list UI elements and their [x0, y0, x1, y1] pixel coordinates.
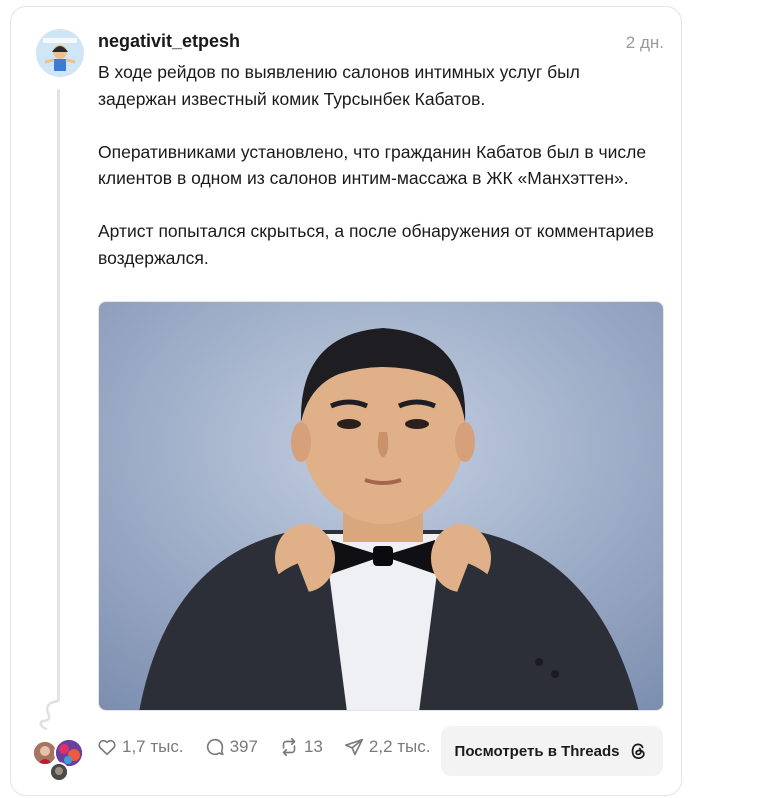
like-button[interactable]: 1,7 тыс. [96, 736, 184, 758]
comment-button[interactable]: 397 [204, 736, 258, 758]
heart-icon [98, 739, 116, 756]
post-card: negativit_etpesh 2 дн. В ходе рейдов по … [10, 6, 682, 796]
author-avatar[interactable] [36, 29, 84, 77]
post-text: В ходе рейдов по выявлению салонов интим… [98, 59, 658, 298]
comment-count: 397 [229, 737, 258, 756]
thread-line [57, 89, 60, 701]
action-bar: 1,7 тыс. 397 13 2,2 тыс. [96, 735, 450, 759]
repost-icon [282, 737, 296, 757]
threads-logo-icon [632, 743, 646, 760]
share-button[interactable]: 2,2 тыс. [343, 736, 431, 758]
repost-count: 13 [303, 737, 323, 756]
post-paragraph: В ходе рейдов по выявлению салонов интим… [98, 62, 580, 109]
share-icon [344, 738, 363, 756]
open-in-threads-button[interactable]: Посмотреть в Threads [441, 726, 663, 776]
thread-curl [39, 699, 60, 731]
post-time[interactable]: 2 дн. [626, 33, 664, 53]
comment-icon [206, 738, 224, 756]
post-paragraph: Артист попытался скрыться, а после обнар… [98, 221, 654, 268]
like-count: 1,7 тыс. [122, 737, 184, 756]
open-in-threads-label: Посмотреть в Threads [454, 742, 620, 760]
share-count: 2,2 тыс. [368, 737, 431, 756]
post-paragraph: Оперативниками установлено, что граждани… [98, 141, 647, 189]
replier-avatar[interactable] [49, 762, 69, 782]
post-photo[interactable] [98, 301, 664, 711]
repost-button[interactable]: 13 [278, 736, 323, 758]
author-username[interactable]: negativit_etpesh [98, 31, 240, 52]
